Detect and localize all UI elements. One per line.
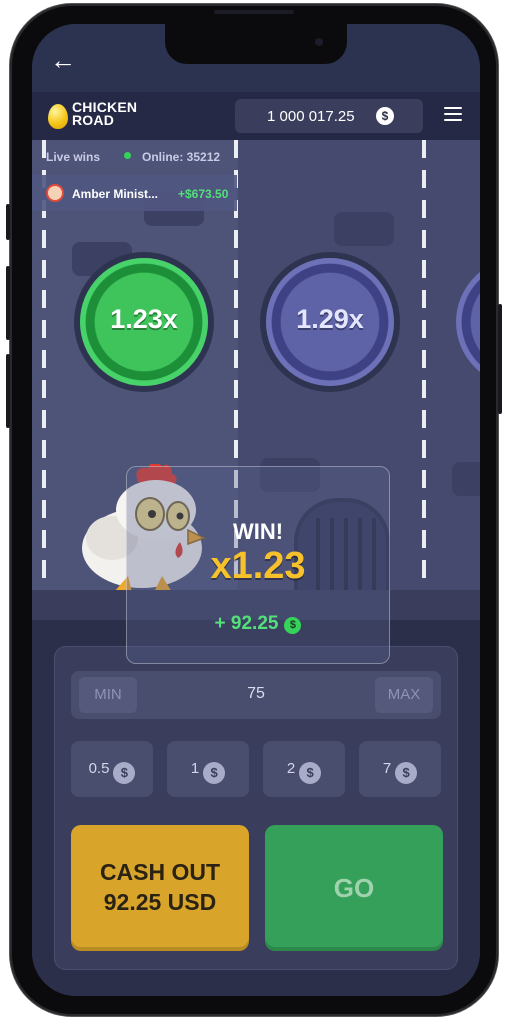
win-popup: WIN! x1.23 + 92.25 $ [126,466,390,664]
lane-divider [422,140,426,590]
dollar-coin-icon: $ [299,762,322,784]
win-multiplier: x1.23 [210,545,306,587]
app-screen: ← CHICKEN ROAD 1 000 017.25 $ Live wins … [32,24,480,996]
power-button [498,304,502,414]
bet-amount-input: MIN 75 MAX [71,671,441,719]
quick-bet-chips: 0.5 $ 1 $ 2 $ 7 $ [71,741,441,797]
win-amount: + 92.25 $ [127,613,389,635]
lane-multiplier-next[interactable]: 1.29x [266,258,394,386]
avatar [46,184,64,202]
dollar-coin-icon: $ [376,107,394,125]
dollar-coin-icon: $ [395,762,418,784]
lane-multiplier-current: 1.23x [80,258,208,386]
quick-bet-chip[interactable]: 7 $ [359,741,441,797]
online-dot-icon [124,152,131,159]
camera [315,38,323,46]
live-win-item: Amber Minist... +$673.50 [32,175,237,211]
volume-up-button [6,266,10,340]
go-button[interactable]: GO [265,825,443,951]
road-tile [334,212,394,246]
chip-value: 7 [382,760,392,777]
earpiece-speaker [214,10,294,14]
dollar-coin-icon: $ [113,762,136,784]
balance-display: 1 000 017.25 $ [235,99,423,133]
bet-panel: MIN 75 MAX 0.5 $ 1 $ 2 $ 7 $ CASH OUT 92.25 … [54,646,458,970]
min-bet-button[interactable]: MIN [79,677,137,713]
bet-amount-value[interactable]: 75 [161,685,351,703]
live-wins-label: Live wins [46,150,101,164]
cash-out-amount: 92.25 USD [103,889,217,915]
hamburger-menu-icon[interactable] [444,107,462,121]
multiplier-label: 1.23x [110,304,178,334]
egg-logo-icon [48,104,68,129]
win-amount-value: + 92.25 [214,613,279,634]
chip-value: 1 [190,760,200,777]
quick-bet-chip[interactable]: 0.5 $ [71,741,153,797]
max-bet-button[interactable]: MAX [375,677,433,713]
cash-out-label: CASH OUT [99,859,221,885]
dollar-coin-icon: $ [203,762,226,784]
live-wins-bar: Live wins Online: 35212 [32,140,237,172]
cash-out-button[interactable]: CASH OUT 92.25 USD [71,825,249,951]
multiplier-label: 1.29x [296,304,364,334]
road-tile [452,462,480,496]
mute-switch [6,204,10,240]
notch [165,24,347,64]
chip-value: 0.5 [88,760,110,777]
logo-line-2: ROAD [72,112,115,128]
lane-multiplier-offscreen [456,258,480,386]
dollar-coin-icon: $ [284,617,302,634]
quick-bet-chip[interactable]: 2 $ [263,741,345,797]
volume-down-button [6,354,10,428]
balance-amount: 1 000 017.25 [267,108,355,125]
game-logo: CHICKEN ROAD [72,100,137,128]
back-arrow-icon[interactable]: ← [50,46,80,76]
quick-bet-chip[interactable]: 1 $ [167,741,249,797]
game-header: CHICKEN ROAD 1 000 017.25 $ [32,92,480,140]
win-title: WIN! [232,519,284,544]
chip-value: 2 [286,760,296,777]
online-count: Online: 35212 [142,150,221,164]
winner-name: Amber Minist... [72,187,159,201]
winner-amount: +$673.50 [178,187,229,201]
